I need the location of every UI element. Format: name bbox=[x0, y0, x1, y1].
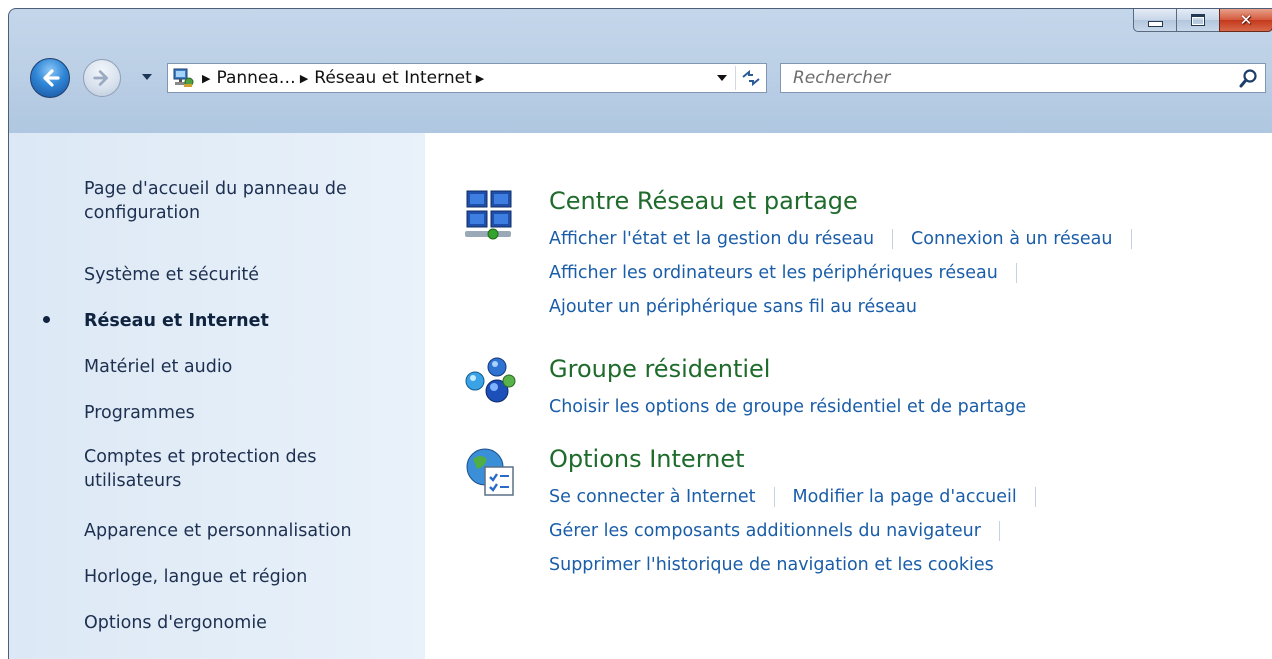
forward-button[interactable] bbox=[83, 59, 121, 97]
section-title-network-sharing[interactable]: Centre Réseau et partage bbox=[549, 187, 858, 215]
link-line: Choisir les options de groupe résidentie… bbox=[549, 397, 1026, 417]
sidebar-item-ease-of-access[interactable]: Options d'ergonomie bbox=[84, 611, 414, 635]
link-delete-history[interactable]: Supprimer l'historique de navigation et … bbox=[549, 555, 994, 575]
link-separator bbox=[1130, 229, 1132, 249]
control-panel-icon bbox=[168, 64, 198, 92]
breadcrumb-separator-icon[interactable]: ▶ bbox=[300, 72, 308, 85]
search-icon[interactable] bbox=[1239, 68, 1259, 88]
link-change-homepage[interactable]: Modifier la page d'accueil bbox=[793, 487, 1017, 507]
section-title-internet-options[interactable]: Options Internet bbox=[549, 445, 745, 473]
network-center-icon[interactable] bbox=[463, 187, 523, 243]
breadcrumb-control-panel[interactable]: Pannea… bbox=[216, 68, 295, 88]
link-line: Gérer les composants additionnels du nav… bbox=[549, 521, 1018, 541]
sidebar-item-clock-language-region[interactable]: Horloge, langue et région bbox=[84, 565, 414, 589]
sidebar-item-system-security[interactable]: Système et sécurité bbox=[84, 263, 414, 287]
refresh-button[interactable] bbox=[736, 64, 766, 92]
sidebar-item-programs[interactable]: Programmes bbox=[84, 401, 414, 425]
refresh-arrows-icon bbox=[742, 70, 760, 86]
section-title-homegroup[interactable]: Groupe résidentiel bbox=[549, 355, 770, 383]
close-icon: ✕ bbox=[1239, 11, 1253, 29]
recent-pages-dropdown[interactable] bbox=[141, 71, 153, 83]
homegroup-icon[interactable] bbox=[463, 355, 523, 411]
link-homegroup-options[interactable]: Choisir les options de groupe résidentie… bbox=[549, 397, 1026, 417]
chevron-down-icon bbox=[717, 75, 727, 81]
link-line: Supprimer l'historique de navigation et … bbox=[549, 555, 994, 575]
link-line: Afficher l'état et la gestion du réseau … bbox=[549, 229, 1150, 249]
link-separator bbox=[773, 487, 775, 507]
sidebar-item-user-accounts[interactable]: Comptes et protection des utilisateurs bbox=[84, 445, 414, 493]
control-panel-window: ✕ ▶ Pannea… ▶ Réseau et Internet ▶ Reche… bbox=[8, 8, 1272, 659]
breadcrumb-network-internet[interactable]: Réseau et Internet bbox=[314, 68, 471, 88]
address-bar[interactable]: ▶ Pannea… ▶ Réseau et Internet ▶ bbox=[167, 63, 767, 93]
sidebar-item-network-internet[interactable]: Réseau et Internet bbox=[84, 309, 414, 333]
link-add-wireless-device[interactable]: Ajouter un périphérique sans fil au rése… bbox=[549, 297, 917, 317]
search-input[interactable] bbox=[781, 64, 1221, 92]
navigation-bar: ▶ Pannea… ▶ Réseau et Internet ▶ bbox=[9, 53, 1272, 103]
window-frame: ✕ ▶ Pannea… ▶ Réseau et Internet ▶ Reche… bbox=[9, 9, 1272, 659]
breadcrumb-separator-icon[interactable]: ▶ bbox=[476, 72, 484, 85]
active-bullet-icon bbox=[43, 316, 50, 323]
link-separator bbox=[998, 521, 1000, 541]
back-arrow-icon bbox=[43, 69, 60, 87]
maximize-button[interactable] bbox=[1176, 9, 1219, 32]
link-line: Se connecter à Internet Modifier la page… bbox=[549, 487, 1054, 507]
main-content: Centre Réseau et partage Afficher l'état… bbox=[425, 133, 1272, 659]
link-view-network-computers[interactable]: Afficher les ordinateurs et les périphér… bbox=[549, 263, 998, 283]
internet-options-icon[interactable] bbox=[463, 445, 523, 501]
close-button[interactable]: ✕ bbox=[1219, 9, 1272, 32]
link-connect-internet[interactable]: Se connecter à Internet bbox=[549, 487, 756, 507]
forward-arrow-icon bbox=[93, 70, 108, 86]
sidebar-item-hardware-sound[interactable]: Matériel et audio bbox=[84, 355, 414, 379]
link-view-network-status[interactable]: Afficher l'état et la gestion du réseau bbox=[549, 229, 874, 249]
link-separator bbox=[892, 229, 894, 249]
minimize-icon bbox=[1147, 21, 1163, 27]
link-line: Afficher les ordinateurs et les périphér… bbox=[549, 263, 1035, 283]
caption-buttons: ✕ bbox=[1133, 9, 1272, 33]
chevron-down-icon bbox=[142, 74, 152, 80]
maximize-icon bbox=[1191, 14, 1205, 26]
back-button[interactable] bbox=[30, 58, 70, 98]
link-manage-addons[interactable]: Gérer les composants additionnels du nav… bbox=[549, 521, 981, 541]
minimize-button[interactable] bbox=[1133, 9, 1176, 32]
link-connect-to-network[interactable]: Connexion à un réseau bbox=[911, 229, 1112, 249]
sidebar-item-appearance[interactable]: Apparence et personnalisation bbox=[84, 519, 414, 543]
sidebar-item-control-panel-home[interactable]: Page d'accueil du panneau de configurati… bbox=[84, 177, 414, 225]
sidebar: Page d'accueil du panneau de configurati… bbox=[9, 133, 425, 659]
link-line: Ajouter un périphérique sans fil au rése… bbox=[549, 297, 917, 317]
breadcrumb-separator-icon[interactable]: ▶ bbox=[202, 72, 210, 85]
search-box[interactable] bbox=[780, 63, 1266, 93]
address-history-dropdown[interactable] bbox=[712, 64, 732, 92]
link-separator bbox=[1034, 487, 1036, 507]
link-separator bbox=[1015, 263, 1017, 283]
